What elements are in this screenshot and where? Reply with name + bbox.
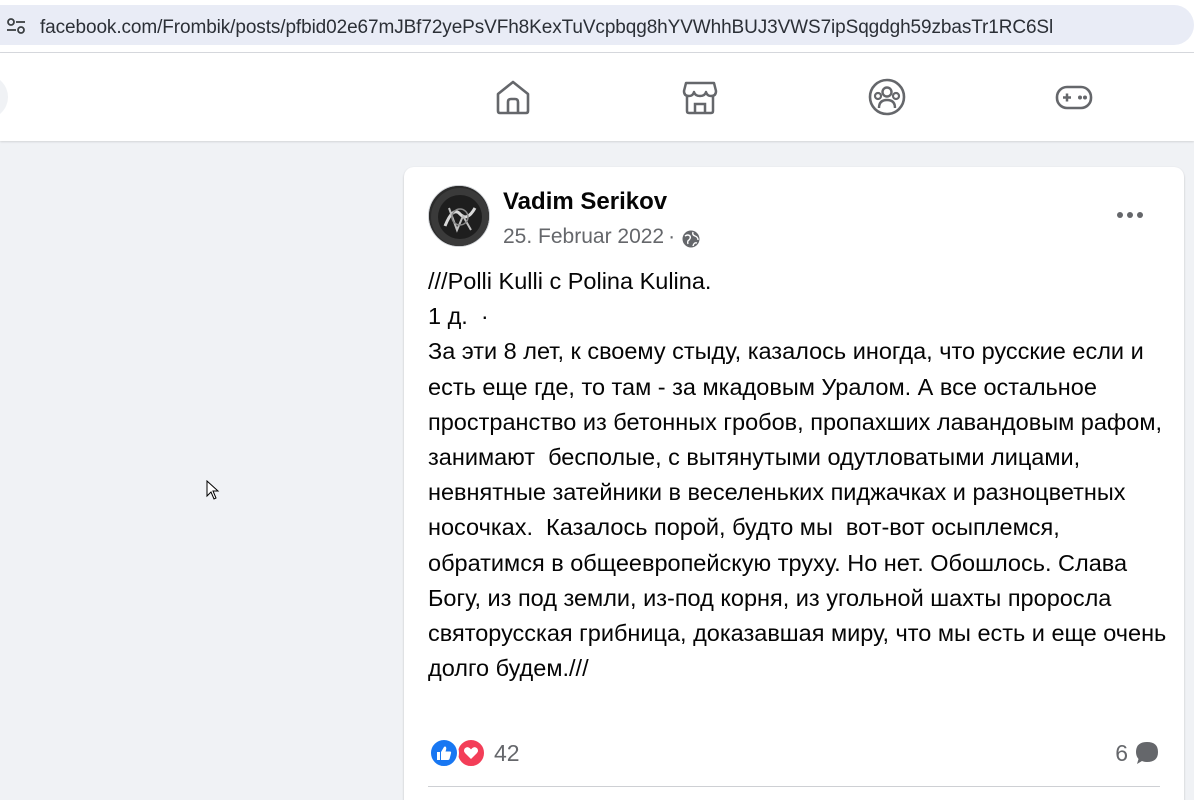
- post-text: ///Polli Kulli с Polina Kulina. 1 д. · З…: [428, 268, 1167, 682]
- reactions-count[interactable]: 42: [494, 740, 520, 767]
- browser-address-bar: facebook.com/Frombik/posts/pfbid02e67mJB…: [0, 0, 1194, 52]
- comment-icon: [1136, 742, 1158, 764]
- tab-groups[interactable]: [857, 73, 917, 121]
- post-meta: 25. Februar 2022 ·: [503, 225, 701, 249]
- post-date[interactable]: 25. Februar 2022: [503, 225, 664, 249]
- gaming-icon: [1055, 85, 1093, 110]
- marketplace-icon: [682, 81, 718, 115]
- like-icon: [429, 738, 459, 768]
- comments-summary[interactable]: 6: [1115, 737, 1160, 769]
- tune-icon[interactable]: [6, 18, 26, 34]
- more-options-button[interactable]: [1110, 195, 1150, 235]
- post-actions-divider: [428, 786, 1160, 787]
- groups-icon: [868, 78, 906, 116]
- avatar-image: [429, 186, 489, 246]
- comments-count[interactable]: 6: [1115, 740, 1128, 767]
- reactions-summary[interactable]: 42: [429, 737, 520, 769]
- tab-gaming[interactable]: [1044, 73, 1104, 121]
- url-text[interactable]: facebook.com/Frombik/posts/pfbid02e67mJB…: [40, 17, 1053, 39]
- love-icon: [456, 738, 486, 768]
- author-avatar[interactable]: [428, 185, 490, 247]
- facebook-header: [0, 53, 1194, 141]
- mouse-cursor-icon: [206, 480, 220, 500]
- tab-marketplace[interactable]: [670, 73, 730, 121]
- post-card: Vadim Serikov 25. Februar 2022 · ///Poll…: [404, 167, 1184, 800]
- search-button[interactable]: [0, 75, 8, 119]
- more-icon: [1117, 212, 1143, 218]
- globe-icon[interactable]: [681, 229, 701, 249]
- url-field[interactable]: facebook.com/Frombik/posts/pfbid02e67mJB…: [0, 5, 1194, 45]
- author-name[interactable]: Vadim Serikov: [503, 188, 667, 216]
- meta-separator: ·: [668, 225, 676, 248]
- home-icon: [496, 80, 530, 115]
- tab-home[interactable]: [483, 73, 543, 121]
